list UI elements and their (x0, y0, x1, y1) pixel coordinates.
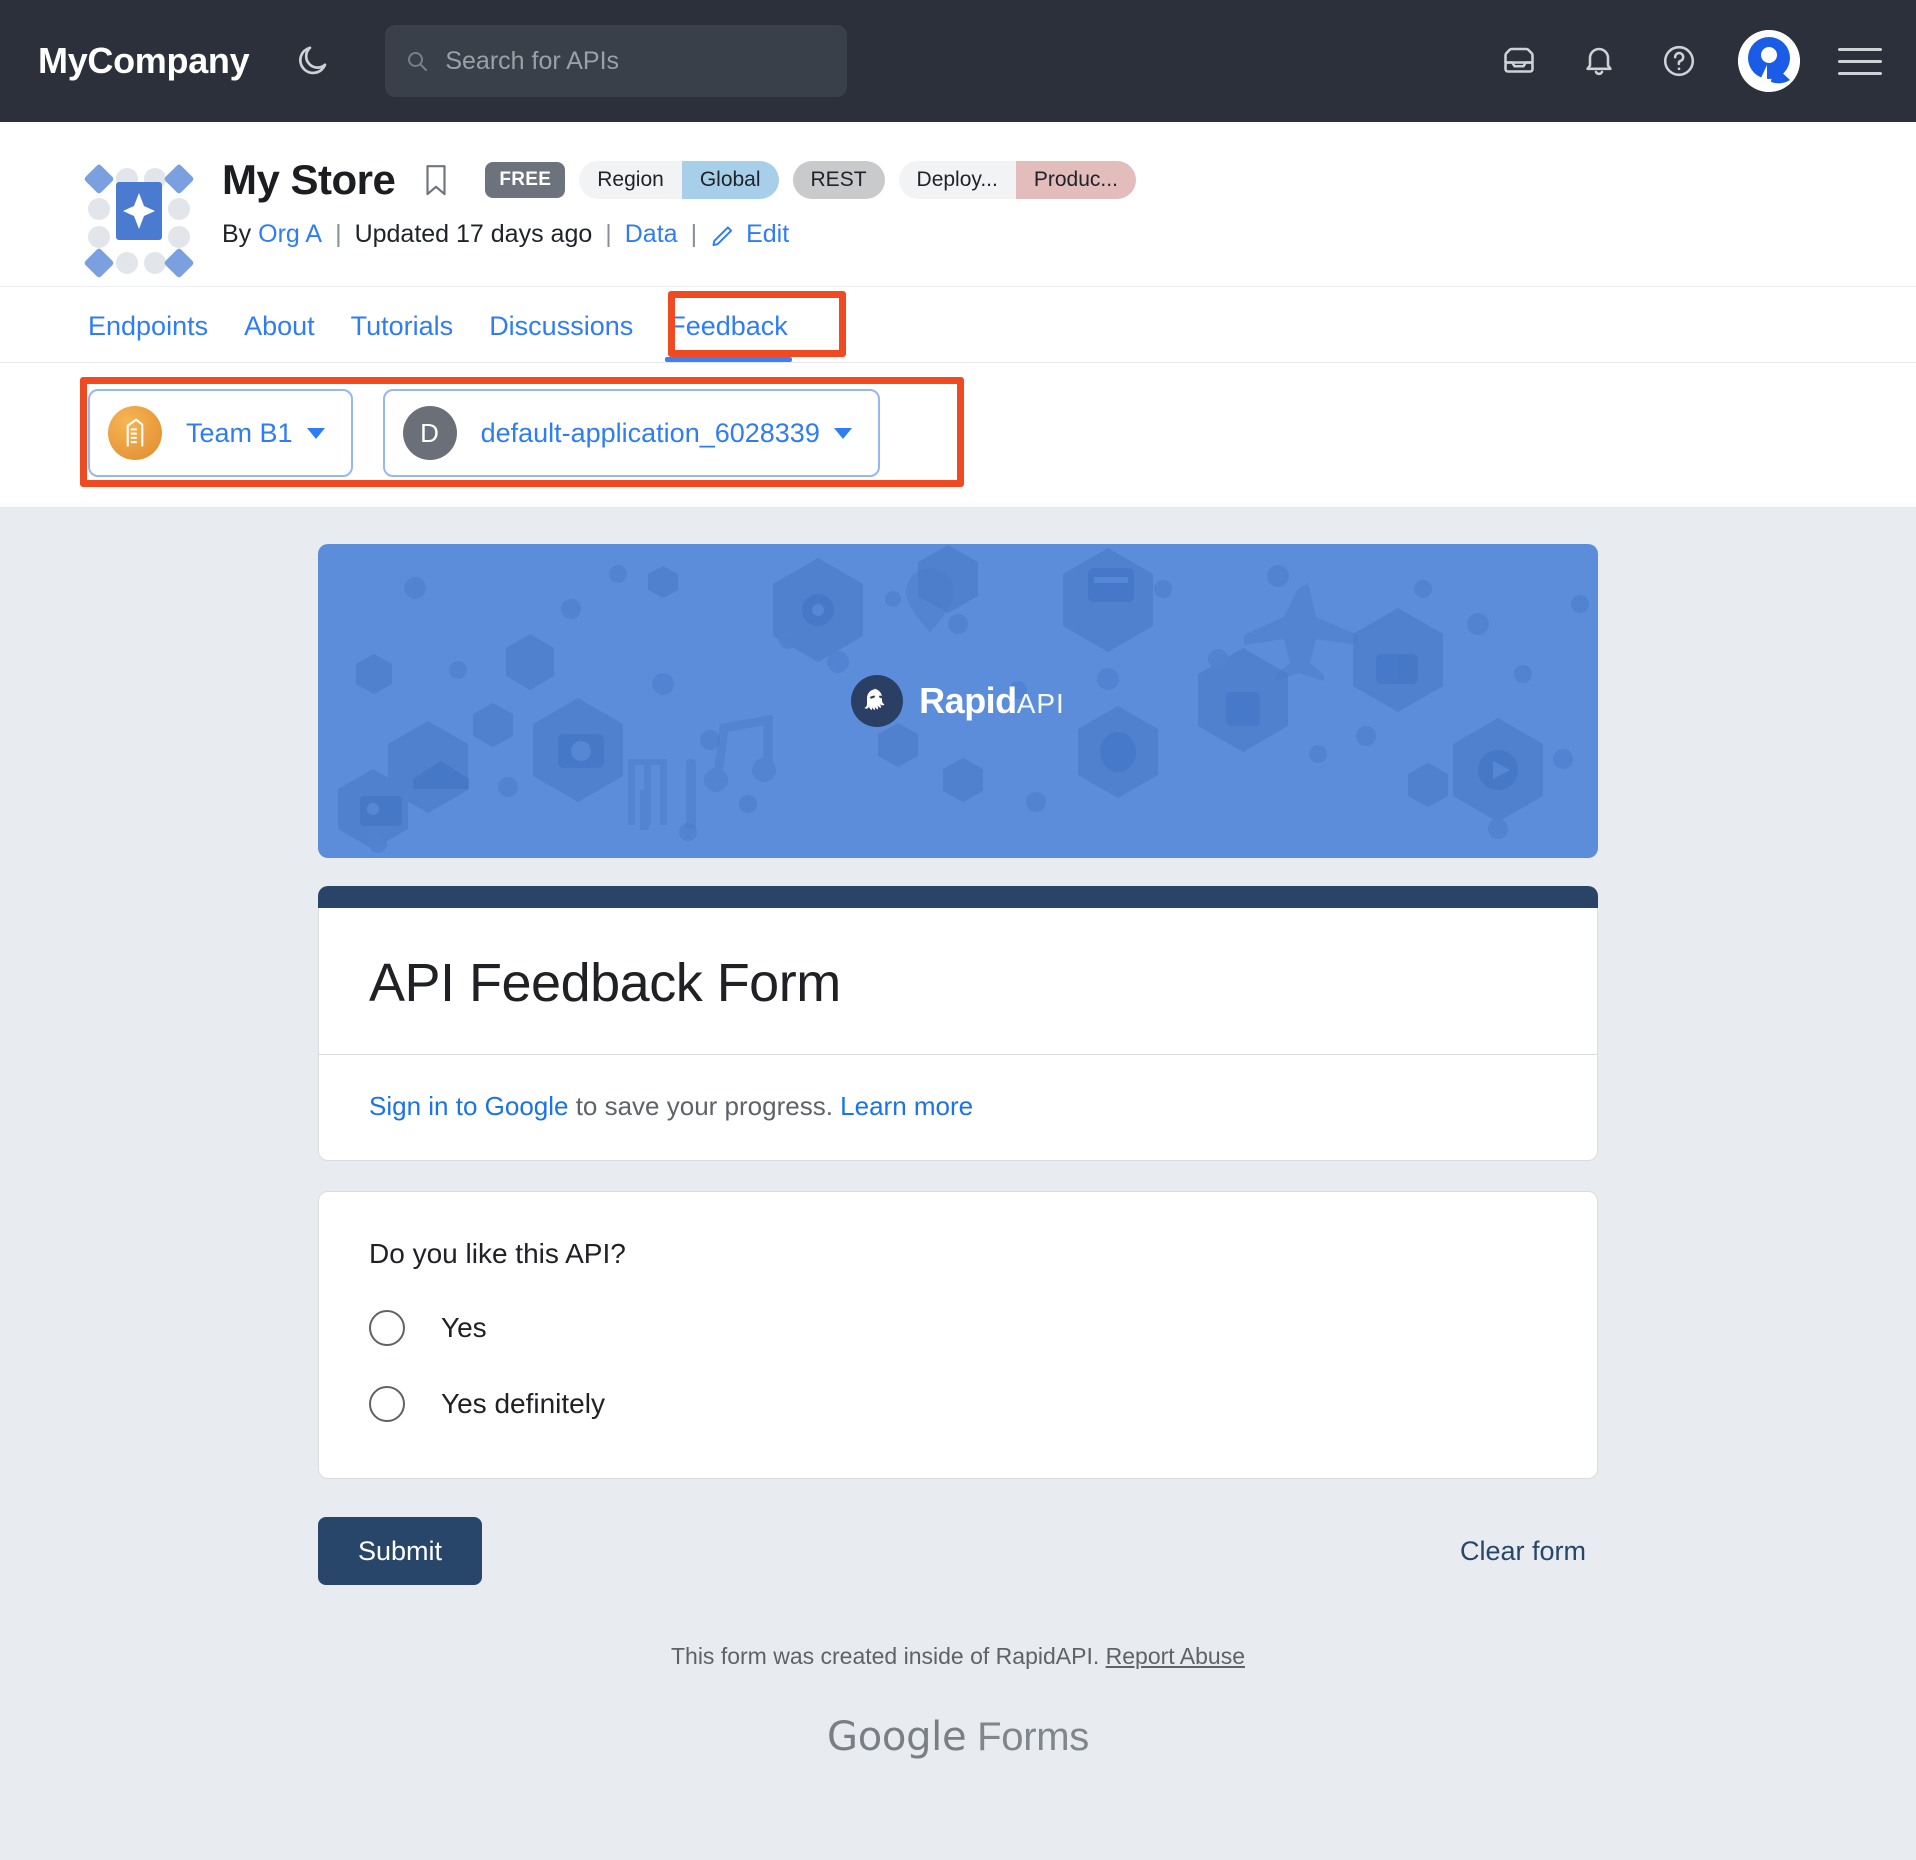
badge-region: Region Global (579, 161, 779, 199)
tab-endpoints[interactable]: Endpoints (88, 311, 226, 362)
api-star-logo (83, 160, 195, 279)
updated-text: Updated 17 days ago (354, 220, 593, 248)
google-wordmark: Google (827, 1714, 967, 1760)
badge-free: FREE (485, 162, 566, 198)
separator-1: | (335, 220, 342, 248)
report-abuse-link[interactable]: Report Abuse (1106, 1643, 1245, 1669)
selector-row: Team B1 D default-application_6028339 (0, 363, 1916, 508)
by-prefix: By (222, 220, 252, 248)
api-header: My Store FREE Region Global REST Deploy.… (0, 122, 1916, 287)
data-link[interactable]: Data (625, 220, 678, 249)
badge-region-label: Region (579, 161, 682, 199)
radio-icon[interactable] (369, 1310, 405, 1346)
chevron-down-icon (833, 427, 852, 439)
tab-discussions[interactable]: Discussions (471, 311, 651, 362)
tab-tutorials[interactable]: Tutorials (333, 311, 472, 362)
page-title: My Store (222, 156, 396, 203)
rapidapi-logo: RapidAPI (851, 675, 1065, 727)
sign-in-to-google-link[interactable]: Sign in to Google (369, 1091, 568, 1121)
search-input[interactable]: Search for APIs (385, 25, 848, 97)
tab-feedback[interactable]: Feedback (651, 311, 806, 362)
team-selector-label: Team B1 (186, 417, 293, 448)
pencil-icon (710, 222, 736, 248)
question-card: Do you like this API? Yes Yes definitely (318, 1191, 1598, 1479)
separator-3: | (690, 220, 698, 248)
form-title-card: API Feedback Form Sign in to Google to s… (318, 886, 1598, 1161)
form-actions: Submit Clear form (318, 1517, 1598, 1591)
api-meta: My Store FREE Region Global REST Deploy.… (222, 152, 1136, 249)
badge-deploy-label: Deploy... (898, 161, 1016, 199)
application-avatar: D (402, 406, 457, 460)
bell-icon[interactable] (1578, 40, 1620, 82)
form-column: RapidAPI API Feedback Form Sign in to Go… (318, 544, 1598, 1760)
team-selector[interactable]: Team B1 (88, 389, 353, 477)
radio-option-yes[interactable]: Yes (369, 1310, 1547, 1346)
radio-option-yes-definitely[interactable]: Yes definitely (369, 1386, 1547, 1422)
badge-deploy-value: Produc... (1015, 161, 1136, 199)
brand-logo[interactable]: MyCompany (38, 40, 250, 82)
form-accent-bar (318, 886, 1598, 908)
chevron-down-icon (306, 427, 325, 439)
badge-deploy: Deploy... Produc... (898, 161, 1136, 199)
application-selector[interactable]: D default-application_6028339 (382, 389, 880, 477)
radio-option-label: Yes definitely (441, 1388, 605, 1419)
form-title: API Feedback Form (369, 953, 841, 1013)
user-avatar[interactable] (1738, 30, 1800, 92)
form-title-section: API Feedback Form (319, 908, 1597, 1055)
rapidapi-banner: RapidAPI (318, 544, 1598, 858)
application-selector-label: default-application_6028339 (480, 417, 820, 448)
submit-button[interactable]: Submit (318, 1517, 483, 1585)
learn-more-link[interactable]: Learn more (840, 1091, 973, 1121)
octopus-icon (851, 675, 904, 727)
api-subtitle: By Org A | Updated 17 days ago | Data | … (222, 220, 1136, 249)
google-forms-brand: Google Forms (318, 1714, 1598, 1760)
search-placeholder: Search for APIs (445, 46, 620, 75)
tab-about[interactable]: About (226, 311, 333, 362)
api-title-row: My Store FREE Region Global REST Deploy.… (222, 156, 1136, 204)
signin-notice: Sign in to Google to save your progress.… (319, 1055, 1597, 1160)
edit-label: Edit (746, 220, 790, 248)
badge-protocol: REST (792, 161, 885, 199)
badge-region-value: Global (681, 161, 779, 199)
top-navigation-bar: MyCompany Search for APIs (0, 0, 1916, 122)
radio-option-label: Yes (441, 1312, 487, 1343)
inbox-icon[interactable] (1498, 40, 1540, 82)
question-text: Do you like this API? (369, 1238, 626, 1269)
footnote-text: This form was created inside of RapidAPI… (670, 1643, 1106, 1669)
form-area: RapidAPI API Feedback Form Sign in to Go… (0, 508, 1916, 1760)
tab-list: Endpoints About Tutorials Discussions Fe… (88, 311, 806, 362)
search-icon (405, 49, 429, 73)
forms-wordmark: Forms (966, 1715, 1089, 1759)
badge-group: FREE Region Global REST Deploy... Produc… (485, 161, 1136, 199)
help-circle-icon[interactable] (1658, 40, 1700, 82)
tab-bar: Endpoints About Tutorials Discussions Fe… (0, 287, 1916, 363)
clear-form-button[interactable]: Clear form (1460, 1536, 1598, 1567)
moon-icon[interactable] (291, 39, 335, 83)
separator-2: | (605, 220, 612, 248)
bookmark-icon[interactable] (421, 163, 451, 197)
signin-text: to save your progress. (568, 1091, 841, 1121)
radio-icon[interactable] (369, 1386, 405, 1422)
form-footnote: This form was created inside of RapidAPI… (318, 1643, 1598, 1670)
hamburger-menu-icon[interactable] (1838, 47, 1882, 75)
building-icon (108, 406, 162, 460)
edit-button[interactable]: Edit (710, 220, 789, 249)
nav-icon-group (1498, 30, 1882, 92)
org-link[interactable]: Org A (258, 220, 322, 249)
rapidapi-wordmark: RapidAPI (919, 680, 1065, 721)
